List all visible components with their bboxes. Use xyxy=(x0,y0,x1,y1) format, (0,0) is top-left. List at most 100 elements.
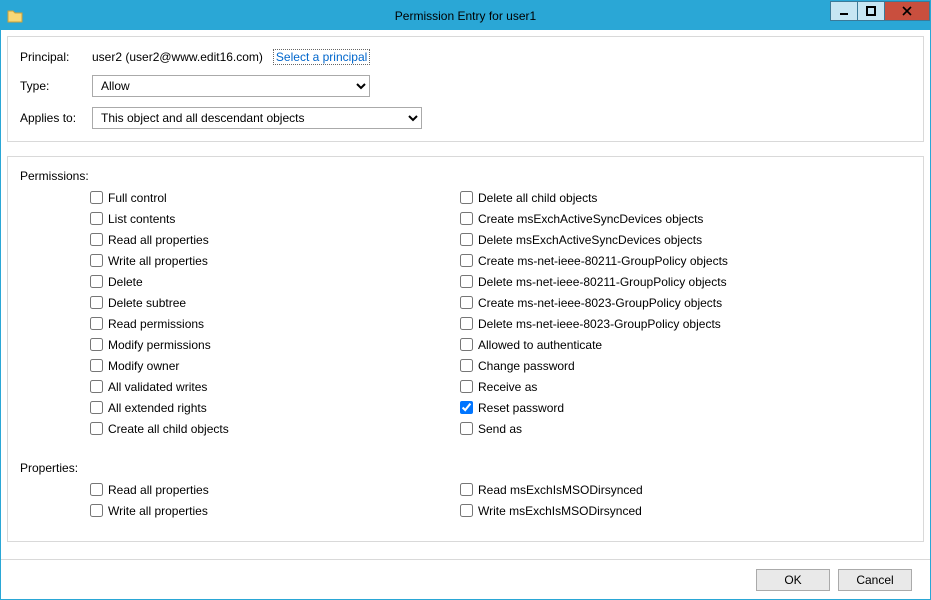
maximize-icon xyxy=(866,6,876,16)
permission-label: Allowed to authenticate xyxy=(478,338,602,352)
permission-checkbox[interactable] xyxy=(460,233,473,246)
principal-row: Principal: user2 (user2@www.edit16.com) … xyxy=(20,49,911,65)
ok-button[interactable]: OK xyxy=(756,569,830,591)
permission-item[interactable]: Change password xyxy=(460,355,830,376)
maximize-button[interactable] xyxy=(857,1,885,21)
property-label: Write all properties xyxy=(108,504,208,518)
permission-checkbox[interactable] xyxy=(460,380,473,393)
permission-checkbox[interactable] xyxy=(90,212,103,225)
property-label: Write msExchIsMSODirsynced xyxy=(478,504,642,518)
client-area: Principal: user2 (user2@www.edit16.com) … xyxy=(1,30,930,559)
minimize-button[interactable] xyxy=(830,1,858,21)
permission-item[interactable]: Receive as xyxy=(460,376,830,397)
permission-label: Receive as xyxy=(478,380,537,394)
permissions-section-label: Permissions: xyxy=(20,169,911,183)
permission-checkbox[interactable] xyxy=(460,317,473,330)
permission-item[interactable]: Delete xyxy=(90,271,460,292)
permission-checkbox[interactable] xyxy=(90,401,103,414)
permission-checkbox[interactable] xyxy=(460,401,473,414)
permission-label: Create ms-net-ieee-80211-GroupPolicy obj… xyxy=(478,254,728,268)
permission-item[interactable]: Delete msExchActiveSyncDevices objects xyxy=(460,229,830,250)
scroll-area[interactable]: Principal: user2 (user2@www.edit16.com) … xyxy=(1,30,930,559)
permission-checkbox[interactable] xyxy=(90,380,103,393)
property-checkbox[interactable] xyxy=(90,504,103,517)
permission-item[interactable]: Delete ms-net-ieee-8023-GroupPolicy obje… xyxy=(460,313,830,334)
permission-item[interactable]: Read permissions xyxy=(90,313,460,334)
permission-checkbox[interactable] xyxy=(460,296,473,309)
permission-checkbox[interactable] xyxy=(460,422,473,435)
permission-checkbox[interactable] xyxy=(460,359,473,372)
permission-checkbox[interactable] xyxy=(90,254,103,267)
close-button[interactable] xyxy=(884,1,930,21)
permission-label: Full control xyxy=(108,191,167,205)
property-checkbox[interactable] xyxy=(460,504,473,517)
permission-checkbox[interactable] xyxy=(90,233,103,246)
permission-checkbox[interactable] xyxy=(460,212,473,225)
type-label: Type: xyxy=(20,79,92,93)
permission-item[interactable]: Delete ms-net-ieee-80211-GroupPolicy obj… xyxy=(460,271,830,292)
permission-label: Delete xyxy=(108,275,143,289)
permission-item[interactable]: Full control xyxy=(90,187,460,208)
permission-label: Delete ms-net-ieee-80211-GroupPolicy obj… xyxy=(478,275,727,289)
permission-item[interactable]: Delete subtree xyxy=(90,292,460,313)
permission-item[interactable]: Modify permissions xyxy=(90,334,460,355)
permission-label: Reset password xyxy=(478,401,564,415)
footer: OK Cancel xyxy=(1,559,930,599)
permission-item[interactable]: All extended rights xyxy=(90,397,460,418)
select-principal-link[interactable]: Select a principal xyxy=(273,49,370,65)
property-label: Read all properties xyxy=(108,483,209,497)
property-checkbox[interactable] xyxy=(460,483,473,496)
permission-checkbox[interactable] xyxy=(90,275,103,288)
type-select[interactable]: Allow xyxy=(92,75,370,97)
applies-select[interactable]: This object and all descendant objects xyxy=(92,107,422,129)
permission-item[interactable]: Write all properties xyxy=(90,250,460,271)
property-item[interactable]: Read all properties xyxy=(90,479,460,500)
permission-checkbox[interactable] xyxy=(460,338,473,351)
permission-label: Modify permissions xyxy=(108,338,211,352)
cancel-button[interactable]: Cancel xyxy=(838,569,912,591)
header-panel: Principal: user2 (user2@www.edit16.com) … xyxy=(7,36,924,142)
permission-label: List contents xyxy=(108,212,175,226)
permission-checkbox[interactable] xyxy=(90,296,103,309)
permission-item[interactable]: Allowed to authenticate xyxy=(460,334,830,355)
applies-row: Applies to: This object and all descenda… xyxy=(20,107,911,129)
type-row: Type: Allow xyxy=(20,75,911,97)
property-item[interactable]: Read msExchIsMSODirsynced xyxy=(460,479,830,500)
permission-item[interactable]: All validated writes xyxy=(90,376,460,397)
property-label: Read msExchIsMSODirsynced xyxy=(478,483,643,497)
permission-item[interactable]: Create ms-net-ieee-80211-GroupPolicy obj… xyxy=(460,250,830,271)
permission-label: Read all properties xyxy=(108,233,209,247)
permission-item[interactable]: Reset password xyxy=(460,397,830,418)
permission-label: Delete subtree xyxy=(108,296,186,310)
permission-item[interactable]: Create ms-net-ieee-8023-GroupPolicy obje… xyxy=(460,292,830,313)
permission-checkbox[interactable] xyxy=(90,191,103,204)
permission-label: Delete all child objects xyxy=(478,191,597,205)
property-item[interactable]: Write msExchIsMSODirsynced xyxy=(460,500,830,521)
minimize-icon xyxy=(839,6,849,16)
permission-checkbox[interactable] xyxy=(90,359,103,372)
permission-label: All extended rights xyxy=(108,401,207,415)
close-icon xyxy=(902,6,912,16)
permission-checkbox[interactable] xyxy=(460,275,473,288)
window-controls xyxy=(831,1,930,21)
permission-item[interactable]: Create all child objects xyxy=(90,418,460,439)
permission-item[interactable]: Delete all child objects xyxy=(460,187,830,208)
permission-checkbox[interactable] xyxy=(90,422,103,435)
window: Permission Entry for user1 Principal: xyxy=(0,0,931,600)
permission-item[interactable]: Read all properties xyxy=(90,229,460,250)
titlebar: Permission Entry for user1 xyxy=(1,1,930,30)
permission-item[interactable]: Send as xyxy=(460,418,830,439)
permission-checkbox[interactable] xyxy=(90,317,103,330)
permission-label: Delete msExchActiveSyncDevices objects xyxy=(478,233,702,247)
permission-item[interactable]: Create msExchActiveSyncDevices objects xyxy=(460,208,830,229)
permission-item[interactable]: List contents xyxy=(90,208,460,229)
permission-item[interactable]: Modify owner xyxy=(90,355,460,376)
permission-label: Send as xyxy=(478,422,522,436)
property-item[interactable]: Write all properties xyxy=(90,500,460,521)
permission-checkbox[interactable] xyxy=(90,338,103,351)
permission-checkbox[interactable] xyxy=(460,191,473,204)
properties-column-left: Read all properties Write all properties xyxy=(90,479,460,521)
permission-checkbox[interactable] xyxy=(460,254,473,267)
permissions-column-left: Full control List contents Read all proper… xyxy=(90,187,460,439)
property-checkbox[interactable] xyxy=(90,483,103,496)
